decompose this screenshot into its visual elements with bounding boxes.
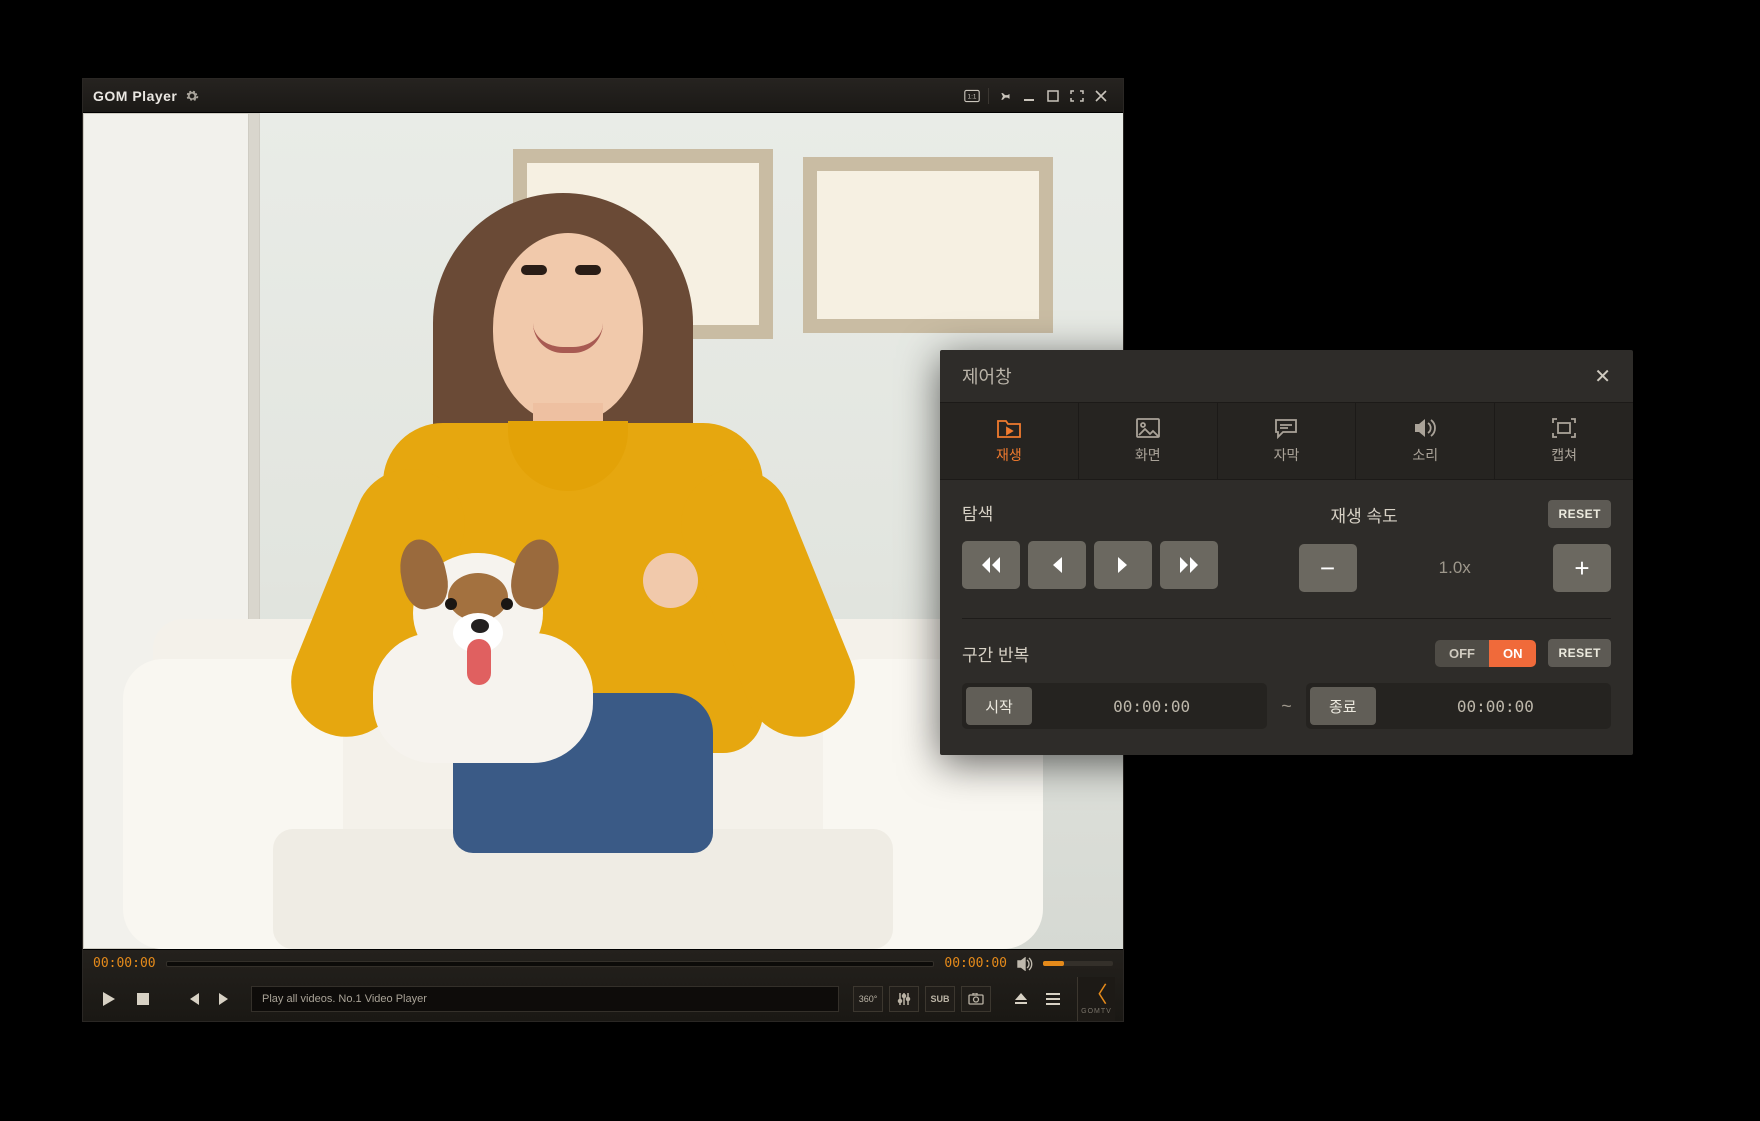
aspect-ratio-icon[interactable]: 1:1 [960,84,984,108]
seek-forward-button[interactable] [1094,541,1152,589]
tab-screen[interactable]: 화면 [1079,403,1218,479]
control-panel-tabs: 재생 화면 자막 소리 캡쳐 [940,402,1633,480]
control-panel-title: 제어창 [962,363,1012,389]
seek-row: 00:00:00 00:00:00 [83,950,1123,977]
control-panel-body: 탐색 재생 속도 RESET − 1.0x + [940,480,1633,755]
seek-back-button[interactable] [1028,541,1086,589]
control-panel-titlebar: 제어창 ✕ [940,350,1633,402]
speaker-icon [1412,417,1438,439]
equalizer-button[interactable] [889,986,919,1012]
stop-button[interactable] [129,985,157,1013]
loop-end-time: 00:00:00 [1380,697,1611,716]
tab-sound[interactable]: 소리 [1356,403,1495,479]
tilde-separator: ~ [1281,696,1292,717]
capture-icon [1551,417,1577,439]
eject-button[interactable] [1007,985,1035,1013]
tab-capture[interactable]: 캡쳐 [1495,403,1633,479]
next-button[interactable] [211,985,239,1013]
subtitle-button[interactable]: SUB [925,986,955,1012]
folder-play-icon [996,417,1022,439]
seek-track[interactable] [166,961,935,967]
loop-reset-button[interactable]: RESET [1548,639,1611,667]
speed-section-label: 재생 속도 [1331,502,1398,527]
status-text: Play all videos. No.1 Video Player [251,986,839,1012]
loop-end-box: 종료 00:00:00 [1306,683,1611,729]
volume-slider[interactable] [1043,961,1113,966]
divider [962,618,1611,619]
tab-subtitle[interactable]: 자막 [1218,403,1357,479]
close-icon[interactable]: ✕ [1594,364,1611,389]
speed-decrease-button[interactable]: − [1299,544,1357,592]
separator-icon [988,88,989,104]
loop-end-button[interactable]: 종료 [1310,687,1376,725]
play-button[interactable] [91,985,125,1013]
gear-icon[interactable] [185,89,199,103]
menu-button[interactable] [1039,985,1067,1013]
control-panel-window: 제어창 ✕ 재생 화면 자막 소리 캡쳐 탐색 [940,350,1633,755]
loop-start-box: 시작 00:00:00 [962,683,1267,729]
titlebar: GOM Player 1:1 [83,79,1123,113]
chevron-left-icon: 〈 [1085,984,1107,1006]
loop-toggle-off[interactable]: OFF [1435,640,1489,667]
chat-icon [1273,417,1299,439]
controls-row: Play all videos. No.1 Video Player 360° … [83,977,1123,1021]
volume-icon[interactable] [1017,957,1033,971]
maximize-icon[interactable] [1041,84,1065,108]
speed-value: 1.0x [1357,558,1554,578]
previous-button[interactable] [179,985,207,1013]
pin-icon[interactable] [993,84,1017,108]
svg-text:1:1: 1:1 [968,93,977,100]
loop-toggle[interactable]: OFF ON [1435,640,1537,667]
speed-increase-button[interactable]: + [1553,544,1611,592]
speed-reset-button[interactable]: RESET [1548,500,1611,528]
bottom-bar: 00:00:00 00:00:00 Play all videos. No.1 … [83,949,1123,1021]
loop-toggle-on[interactable]: ON [1489,640,1537,667]
close-icon[interactable] [1089,84,1113,108]
screenshot-button[interactable] [961,986,991,1012]
seek-section-label: 탐색 [962,500,993,525]
tab-play[interactable]: 재생 [940,403,1079,479]
app-brand: GOM Player [93,88,177,104]
playlist-expand-button[interactable]: 〈 GOMTV [1077,977,1115,1021]
fullscreen-icon[interactable] [1065,84,1089,108]
time-total: 00:00:00 [944,956,1007,971]
loop-section-label: 구간 반복 [962,641,1029,666]
minimize-icon[interactable] [1017,84,1041,108]
seek-forward-fast-button[interactable] [1160,541,1218,589]
loop-start-button[interactable]: 시작 [966,687,1032,725]
loop-start-time: 00:00:00 [1036,697,1267,716]
seek-back-fast-button[interactable] [962,541,1020,589]
image-icon [1135,417,1161,439]
time-current: 00:00:00 [93,956,156,971]
vr-button[interactable]: 360° [853,986,883,1012]
